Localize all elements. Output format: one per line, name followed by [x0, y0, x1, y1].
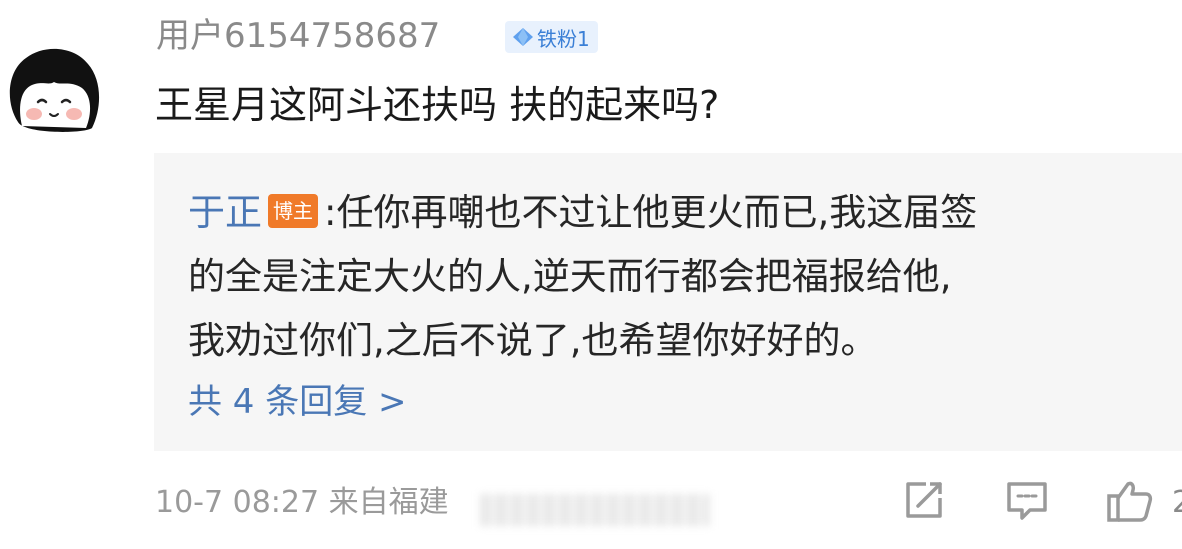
reply-line-2: 的全是注定大火的人,逆天而行都会把福报给他, — [188, 255, 952, 298]
timestamp: 10-7 08:27 — [155, 485, 320, 520]
fan-badge-label: 铁粉1 — [537, 26, 590, 51]
repost-button[interactable] — [902, 478, 946, 522]
like-button[interactable] — [1106, 478, 1154, 524]
thumbs-up-icon — [1107, 481, 1153, 522]
comment-icon — [1007, 482, 1047, 520]
reply-line-1-text: :任你再嘲也不过让他更火而已,我这届签 — [324, 191, 978, 234]
reply-line-1: 于正 博主:任你再嘲也不过让他更火而已,我这届签 — [188, 181, 1168, 245]
comment-text: 王星月这阿斗还扶吗 扶的起来吗? — [155, 83, 720, 127]
reply-text: 于正 博主:任你再嘲也不过让他更火而已,我这届签 的全是注定大火的人,逆天而行都会… — [188, 181, 1168, 373]
comment-meta: 10-7 08:27 来自福建 — [155, 483, 449, 523]
blogger-badge: 博主 — [268, 193, 318, 228]
like-count: 2 — [1172, 485, 1182, 520]
watermark — [480, 494, 710, 526]
reply-box[interactable]: 于正 博主:任你再嘲也不过让他更火而已,我这届签 的全是注定大火的人,逆天而行都会… — [154, 153, 1182, 451]
username[interactable]: 用户6154758687 — [156, 14, 440, 58]
fan-badge[interactable]: 铁粉1 — [505, 21, 598, 53]
avatar-image — [9, 48, 100, 132]
view-replies-link[interactable]: 共 4 条回复 > — [188, 379, 407, 425]
reply-line-3: 我劝过你们,之后不说了,也希望你好好的。 — [188, 319, 878, 362]
location: 来自福建 — [328, 485, 449, 520]
comment-button[interactable] — [1004, 478, 1050, 524]
share-icon — [906, 482, 942, 518]
reply-author[interactable]: 于正 — [188, 191, 262, 234]
diamond-icon — [513, 28, 533, 46]
avatar[interactable] — [4, 42, 104, 134]
